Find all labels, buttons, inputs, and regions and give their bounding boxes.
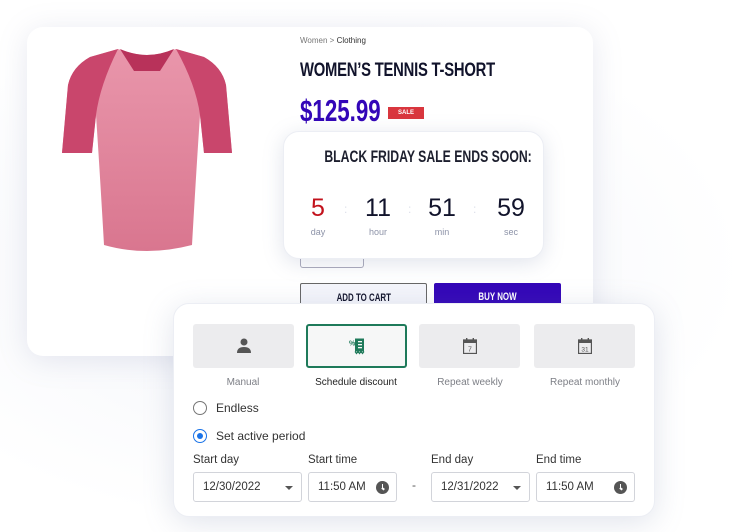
product-title: WOMEN’S TENNIS T-SHORT xyxy=(300,60,495,81)
chevron-down-icon xyxy=(513,486,521,490)
clock-icon[interactable] xyxy=(614,481,627,494)
radio-button[interactable] xyxy=(193,401,207,415)
sale-badge: SALE xyxy=(388,107,424,119)
countdown-value: 51 xyxy=(428,194,456,222)
start-day-select[interactable]: 12/30/2022 xyxy=(193,472,302,502)
svg-text:%: % xyxy=(349,341,356,348)
end-day-value: 12/31/2022 xyxy=(441,481,499,493)
countdown-value: 5 xyxy=(311,194,325,222)
person-icon xyxy=(236,338,251,353)
end-time-input[interactable]: 11:50 AM xyxy=(536,472,635,502)
option-repeat-monthly[interactable]: 31 xyxy=(534,324,635,368)
buy-now-label: BUY NOW xyxy=(478,291,517,303)
calendar-31-icon: 31 xyxy=(577,338,592,354)
countdown-value: 11 xyxy=(365,194,391,222)
countdown-card: BLACK FRIDAY SALE ENDS SOON: 5 day : 11 … xyxy=(283,131,544,259)
end-day-select[interactable]: 12/31/2022 xyxy=(431,472,530,502)
breadcrumb: Women > Clothing xyxy=(300,36,366,45)
option-repeat-weekly[interactable]: 7 xyxy=(419,324,520,368)
option-label: Repeat weekly xyxy=(437,377,503,388)
end-time-label: End time xyxy=(536,454,582,466)
end-time-value: 11:50 AM xyxy=(546,481,594,493)
countdown-seconds: 59 sec xyxy=(486,194,536,237)
option-label: Schedule discount xyxy=(315,377,397,388)
countdown-label: min xyxy=(434,227,450,237)
option-manual[interactable] xyxy=(193,324,294,368)
countdown-label: hour xyxy=(368,227,387,237)
end-day-label: End day xyxy=(431,454,474,466)
start-time-value: 11:50 AM xyxy=(318,481,366,493)
svg-text:31: 31 xyxy=(581,347,589,354)
countdown-separator: : xyxy=(344,202,348,216)
countdown-days: 5 day xyxy=(293,194,343,237)
discount-receipt-icon: % xyxy=(349,338,364,355)
countdown-separator: : xyxy=(408,202,412,216)
product-image xyxy=(62,49,232,251)
radio-label: Endless xyxy=(216,401,259,415)
calendar-7-icon: 7 xyxy=(462,338,477,354)
start-time-input[interactable]: 11:50 AM xyxy=(308,472,397,502)
countdown-value: 59 xyxy=(497,194,525,222)
countdown-title: BLACK FRIDAY SALE ENDS SOON: xyxy=(324,147,532,166)
radio-button[interactable] xyxy=(193,429,207,443)
schedule-card: Manual % Schedule discount 7 Repeat week… xyxy=(173,303,655,517)
option-schedule-discount[interactable]: % xyxy=(306,324,407,368)
countdown-separator: : xyxy=(473,202,477,216)
countdown-minutes: 51 min xyxy=(417,194,467,237)
start-time-label: Start time xyxy=(308,454,358,466)
radio-label: Set active period xyxy=(216,429,306,443)
breadcrumb-separator: > xyxy=(329,36,335,45)
option-label: Manual xyxy=(226,377,260,388)
product-price: $125.99 xyxy=(300,93,381,128)
radio-endless[interactable]: Endless xyxy=(193,401,259,415)
chevron-down-icon xyxy=(285,486,293,490)
breadcrumb-current[interactable]: Clothing xyxy=(337,36,366,45)
svg-text:7: 7 xyxy=(468,347,472,354)
radio-set-active-period[interactable]: Set active period xyxy=(193,429,305,443)
countdown-label: sec xyxy=(503,227,518,237)
breadcrumb-parent[interactable]: Women xyxy=(300,36,327,45)
start-day-label: Start day xyxy=(193,454,240,466)
clock-icon[interactable] xyxy=(376,481,389,494)
range-separator: - xyxy=(412,478,416,492)
start-day-value: 12/30/2022 xyxy=(203,481,261,493)
countdown-hours: 11 hour xyxy=(353,194,403,237)
countdown-label: day xyxy=(310,227,326,237)
option-label: Repeat monthly xyxy=(549,377,621,388)
